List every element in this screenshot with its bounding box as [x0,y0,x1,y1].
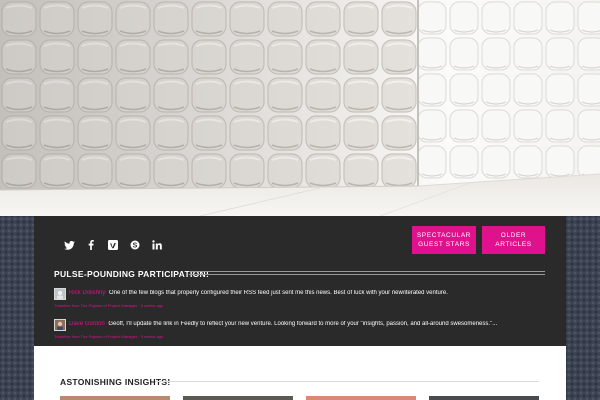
comment-author-link[interactable]: Dave Gordon [69,321,105,327]
linkedin-icon[interactable] [146,234,168,256]
facebook-icon[interactable] [80,234,102,256]
avatar[interactable] [54,319,66,331]
comment-text: One of the few blogs that properly confi… [109,290,448,296]
padded-room-illustration [0,0,600,216]
social-links: S [58,234,168,256]
hero-image [0,0,600,216]
vimeo-icon[interactable] [102,234,124,256]
background-texture-right [566,216,600,400]
insights-heading: ASTONISHING INSIGHTS! [60,377,171,387]
comment-text-line: Dave Gordon Geoff, I'll update the link … [69,321,559,327]
button-label-line1: OLDER [500,232,527,239]
participation-heading: PULSE-POUNDING PARTICIPATION! [54,269,210,279]
comment-text: Geoff, I'll update the link in Feedly to… [108,321,498,327]
comment-author-link[interactable]: Rick Dolishny [69,290,105,296]
older-articles-button[interactable]: OLDER ARTICLES [482,226,545,254]
svg-text:S: S [133,243,138,250]
button-label-line1: SPECTACULAR [416,232,472,239]
article-thumbnail[interactable] [60,396,170,400]
article-thumbnail[interactable] [429,396,539,400]
participation-panel: S SPECTACULAR GUEST STARS OLDER ARTICLES… [34,216,566,346]
insights-section: ASTONISHING INSIGHTS! [34,346,566,400]
spectacular-guest-stars-button[interactable]: SPECTACULAR GUEST STARS [412,226,476,254]
comment-meta-link[interactable]: Tradeline from The Pajama of Project Man… [54,303,163,308]
heading-rule [189,271,545,275]
button-label-line2: GUEST STARS [418,241,470,248]
button-label-line2: ARTICLES [495,241,532,248]
background-texture-left [0,216,34,400]
article-thumbnail[interactable] [306,396,416,400]
heading-rule [155,381,539,382]
twitter-icon[interactable] [58,234,80,256]
comment-text-line: Rick Dolishny One of the few blogs that … [69,290,559,296]
article-thumbnail[interactable] [183,396,293,400]
avatar[interactable] [54,288,66,300]
skype-icon[interactable]: S [124,234,146,256]
comment-meta-link[interactable]: Tradeline from The Pajama of Project Man… [54,334,163,339]
